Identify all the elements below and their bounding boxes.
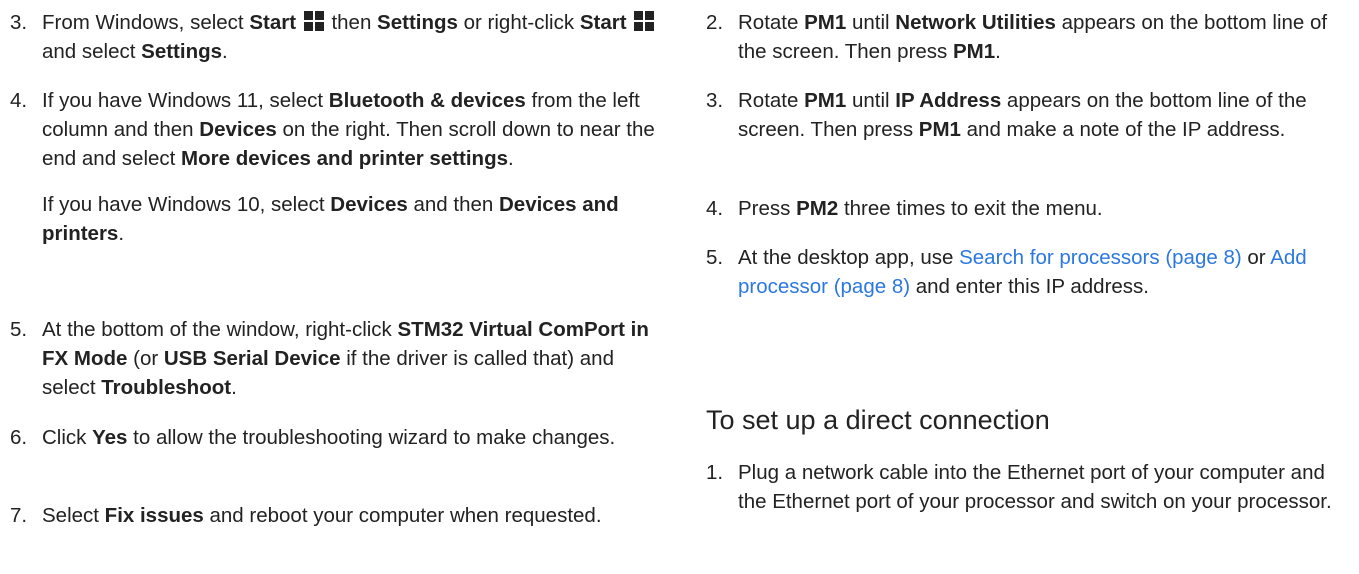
list-item: 4. If you have Windows 11, select Blueto… xyxy=(10,86,670,248)
section-heading: To set up a direct connection xyxy=(706,405,1050,435)
list-item: 6. Click Yes to allow the troubleshootin… xyxy=(10,423,670,452)
step-text: Select Fix issues and reboot your comput… xyxy=(42,504,602,527)
list-item: 5. At the bottom of the window, right-cl… xyxy=(10,315,670,402)
windows-logo-icon xyxy=(634,11,655,31)
step-number: 2. xyxy=(706,11,724,34)
step-text: Rotate PM1 until Network Utilities appea… xyxy=(738,11,1328,63)
list-item: 3. Rotate PM1 until IP Address appears o… xyxy=(706,86,1358,144)
windows-logo-icon xyxy=(303,11,324,31)
step-number: 4. xyxy=(10,89,28,112)
step-text: From Windows, select Start then Settings… xyxy=(42,8,670,66)
step-text: If you have Windows 11, select Bluetooth… xyxy=(42,89,655,170)
step-text: Rotate PM1 until IP Address appears on t… xyxy=(738,89,1307,141)
step-number: 7. xyxy=(10,504,28,527)
step-number: 5. xyxy=(706,246,724,269)
list-item: 3. From Windows, select Start then Setti… xyxy=(10,8,670,66)
step-number: 1. xyxy=(706,461,724,484)
step-number: 3. xyxy=(10,11,28,34)
step-text: At the bottom of the window, right-click… xyxy=(42,318,649,399)
step-number: 4. xyxy=(706,197,724,220)
list-item: 7. Select Fix issues and reboot your com… xyxy=(10,501,670,530)
step-text: Press PM2 three times to exit the menu. xyxy=(738,197,1103,220)
search-for-processors-link[interactable]: Search for processors (page 8) xyxy=(959,246,1242,269)
step-text: Plug a network cable into the Ethernet p… xyxy=(738,461,1332,513)
step-number: 5. xyxy=(10,318,28,341)
step-subtext: If you have Windows 10, select Devices a… xyxy=(42,193,619,245)
step-text: At the desktop app, use Search for proce… xyxy=(738,246,1307,298)
list-item: 2. Rotate PM1 until Network Utilities ap… xyxy=(706,8,1358,66)
step-number: 3. xyxy=(706,89,724,112)
list-item: 5. At the desktop app, use Search for pr… xyxy=(706,243,1358,301)
list-item: 1. Plug a network cable into the Etherne… xyxy=(706,458,1358,516)
step-number: 6. xyxy=(10,426,28,449)
step-text: Click Yes to allow the troubleshooting w… xyxy=(42,426,616,449)
list-item: 4. Press PM2 three times to exit the men… xyxy=(706,194,1358,223)
